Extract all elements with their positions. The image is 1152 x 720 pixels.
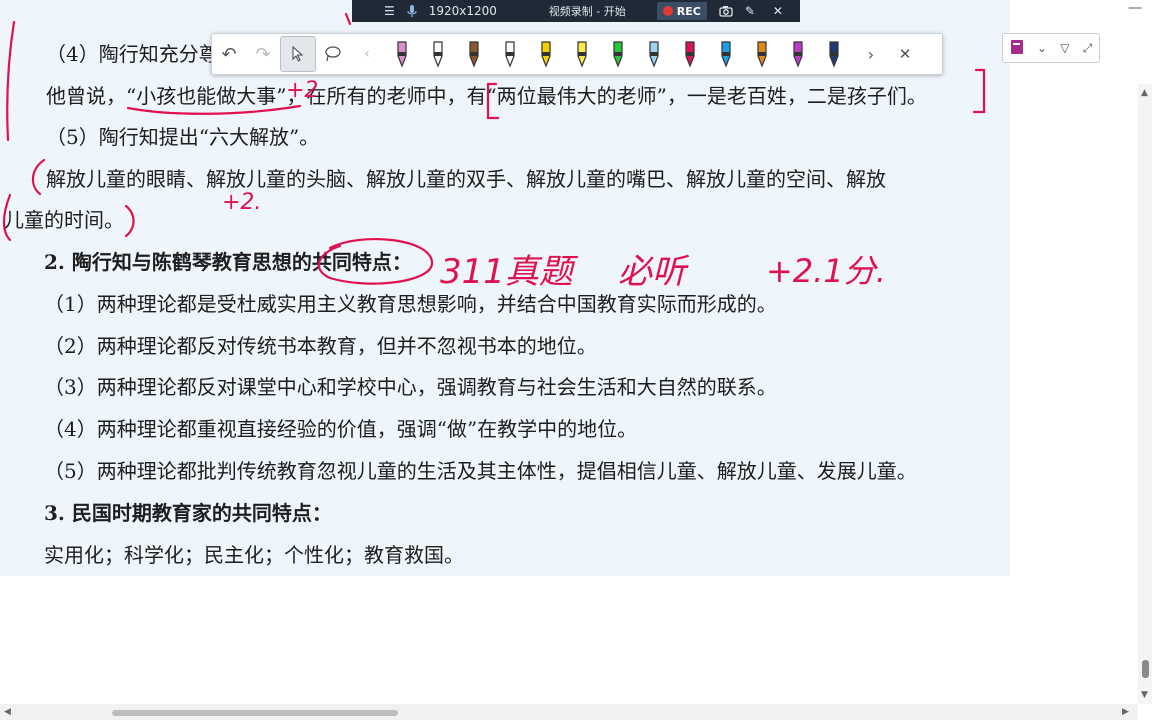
- close-icon[interactable]: ✕: [767, 0, 789, 22]
- horizontal-scrollbar[interactable]: ◀ ▶: [0, 704, 1138, 720]
- doc-line-1: （4）陶行知充分尊: [46, 42, 219, 66]
- camera-icon[interactable]: [713, 0, 739, 22]
- recorder-title: 视频录制 - 开始: [548, 5, 626, 18]
- ink-plus2-a: +2: [286, 78, 319, 103]
- pen-icon[interactable]: ✎: [739, 0, 761, 22]
- ink-note-score: +2.1分.: [766, 252, 886, 290]
- ink-note-listen: 必听: [618, 252, 686, 292]
- doc-line-2: 他曾说，“小孩也能做大事”，在所有的老师中，有“两位最伟大的老师”，一是老百姓，…: [46, 84, 927, 108]
- doc-heading-2: 2. 陶行知与陈鹤琴教育思想的共同特点：: [44, 250, 412, 274]
- scroll-right-icon[interactable]: ▶: [1122, 707, 1129, 717]
- doc-heading-3: 3. 民国时期教育家的共同特点：: [44, 501, 332, 525]
- pen-navy-icon[interactable]: [816, 34, 852, 74]
- pen-white-icon[interactable]: [492, 34, 528, 74]
- doc-line-5: 儿童的时间。: [4, 208, 124, 232]
- highlighter-yellow-icon[interactable]: [564, 34, 600, 74]
- rec-label: REC: [676, 4, 701, 18]
- doc-line-9: （3）两种理论都反对课堂中心和学校中心，强调教育与社会生活和大自然的联系。: [44, 375, 777, 399]
- notebook-icon[interactable]: [1010, 39, 1024, 58]
- pen-outline-icon[interactable]: [420, 34, 456, 74]
- filter-icon[interactable]: ▽: [1060, 41, 1069, 55]
- doc-line-7: （1）两种理论都是受杜威实用主义教育思想影响，并结合中国教育实际而形成的。: [44, 292, 777, 316]
- toolbar-close-icon[interactable]: ✕: [888, 37, 922, 71]
- pen-toolbar: ↶ ↷ ‹ › ✕: [211, 33, 943, 75]
- doc-line-3: （5）陶行知提出“六大解放”。: [46, 125, 320, 149]
- scroll-down-icon[interactable]: ▼: [1141, 690, 1148, 700]
- chevron-left-icon[interactable]: ‹: [350, 37, 384, 71]
- ink-plus2-b: +2.: [222, 190, 262, 215]
- pen-magenta-icon[interactable]: [780, 34, 816, 74]
- microphone-icon[interactable]: [401, 0, 423, 22]
- pen-cyan-icon[interactable]: [708, 34, 744, 74]
- scroll-up-icon[interactable]: ▲: [1141, 88, 1148, 98]
- ink-note-questions: 311真题: [440, 252, 573, 292]
- recorder-bar: ☰ 1920x1200 视频录制 - 开始 REC ✎ ✕: [352, 0, 800, 22]
- vertical-scrollbar[interactable]: ▲ ▼: [1138, 84, 1152, 704]
- chevron-down-icon[interactable]: ⌄: [1037, 41, 1047, 55]
- highlighter-green-icon[interactable]: [600, 34, 636, 74]
- chevron-right-icon[interactable]: ›: [854, 37, 888, 71]
- mini-toolbar: ⌄ ▽ ⤢: [1002, 33, 1100, 63]
- redo-icon[interactable]: ↷: [246, 37, 280, 71]
- minimize-icon[interactable]: —: [1128, 0, 1142, 16]
- doc-line-8: （2）两种理论都反对传统书本教育，但并不忽视书本的地位。: [44, 334, 597, 358]
- rec-button[interactable]: REC: [651, 0, 713, 22]
- pen-yellow-icon[interactable]: [528, 34, 564, 74]
- doc-line-11: （5）两种理论都批判传统教育忽视儿童的生活及其主体性，提倡相信儿童、解放儿童、发…: [44, 459, 917, 483]
- undo-icon[interactable]: ↶: [212, 37, 246, 71]
- horizontal-scroll-thumb[interactable]: [112, 710, 398, 716]
- vertical-scroll-thumb[interactable]: [1142, 660, 1149, 678]
- doc-line-13: 实用化；科学化；民主化；个性化；教育救国。: [44, 543, 464, 567]
- expand-icon[interactable]: ⤢: [1083, 41, 1093, 56]
- doc-line-4: 解放儿童的眼睛、解放儿童的头脑、解放儿童的双手、解放儿童的嘴巴、解放儿童的空间、…: [46, 167, 886, 191]
- pen-pink-icon[interactable]: [384, 34, 420, 74]
- pen-brown-icon[interactable]: [456, 34, 492, 74]
- hamburger-icon[interactable]: ☰: [378, 0, 401, 22]
- highlighter-blue-icon[interactable]: [636, 34, 672, 74]
- resolution-label: 1920x1200: [428, 4, 497, 18]
- lasso-icon[interactable]: [316, 37, 350, 71]
- doc-line-10: （4）两种理论都重视直接经验的价值，强调“做”在教学中的地位。: [44, 417, 638, 441]
- pen-rainbow-icon[interactable]: [744, 34, 780, 74]
- pen-palette: [384, 34, 852, 74]
- scroll-left-icon[interactable]: ◀: [4, 707, 11, 717]
- record-dot-icon: [662, 6, 673, 16]
- pen-red-icon[interactable]: [672, 34, 708, 74]
- cursor-icon[interactable]: [280, 36, 316, 72]
